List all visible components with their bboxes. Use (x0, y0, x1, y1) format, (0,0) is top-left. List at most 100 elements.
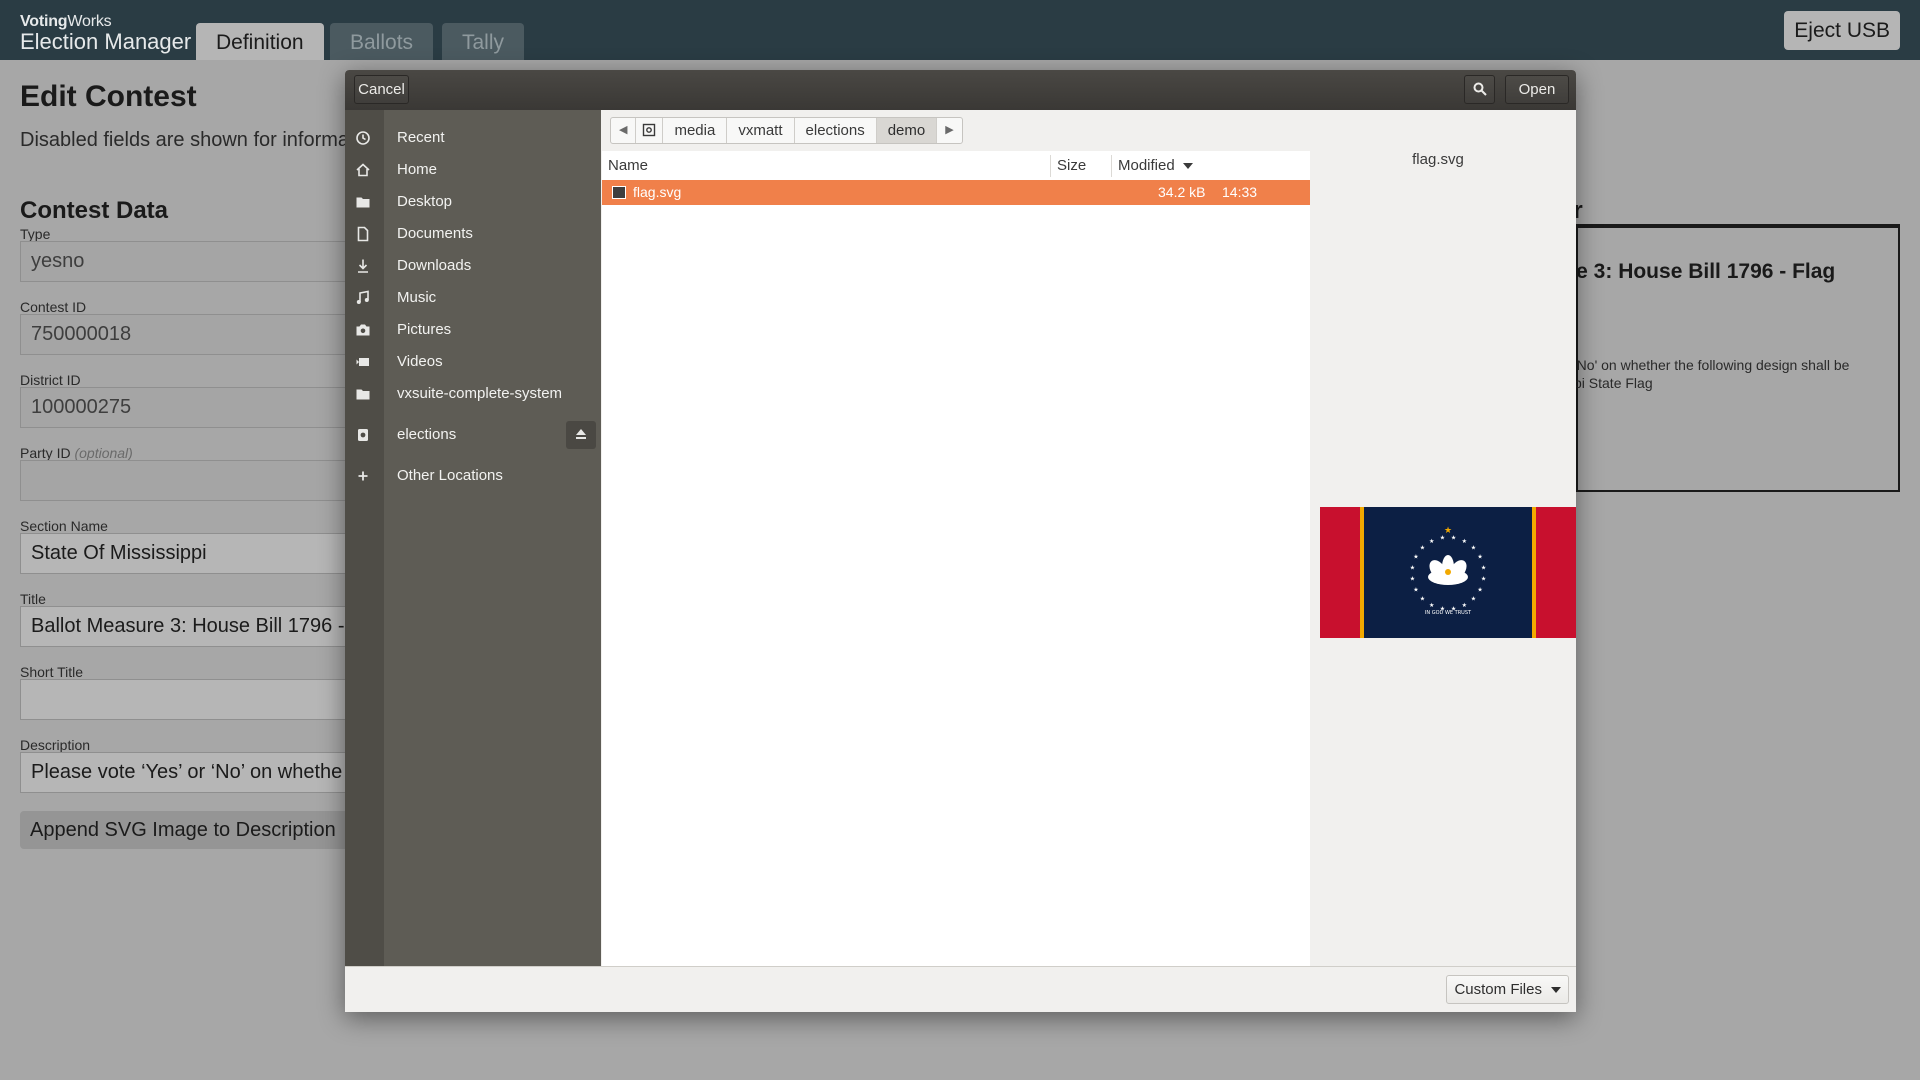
clock-icon (354, 129, 372, 147)
drive-root-icon (643, 123, 656, 137)
flag-star: ★ (1420, 545, 1425, 552)
top-navigation-bar: VotingWorks Election Manager Definition … (0, 0, 1920, 60)
document-icon (354, 225, 372, 243)
file-row-flag-svg[interactable]: flag.svg 34.2 kB 14:33 (602, 180, 1310, 205)
path-segment-elections[interactable]: elections (795, 118, 877, 143)
open-button[interactable]: Open (1505, 75, 1569, 104)
flag-star: ★ (1462, 538, 1467, 545)
sidebar-item-home[interactable]: Home (345, 155, 601, 185)
search-icon (1473, 82, 1487, 96)
page-subtitle: Disabled fields are shown for informa (20, 129, 350, 151)
column-header-name[interactable]: Name (602, 151, 1050, 180)
tab-tally[interactable]: Tally (442, 23, 525, 60)
brand-logo: VotingWorks Election Manager (20, 14, 191, 53)
section-title: Contest Data (20, 197, 169, 224)
file-filter-label: Custom Files (1454, 981, 1542, 998)
path-segment-media[interactable]: media (663, 118, 728, 143)
sidebar-item-downloads[interactable]: Downloads (345, 251, 601, 281)
title-field[interactable]: Ballot Measure 3: House Bill 1796 - (20, 606, 350, 647)
contest-id-label: Contest ID (20, 299, 87, 315)
description-field[interactable]: Please vote ‘Yes’ or ‘No’ on whethe (20, 752, 350, 793)
type-field[interactable]: yesno (20, 241, 350, 282)
tab-ballots[interactable]: Ballots (330, 23, 434, 60)
modified-header-label: Modified (1118, 157, 1175, 174)
column-header-size[interactable]: Size (1051, 151, 1111, 180)
sidebar-label-videos: Videos (397, 353, 443, 370)
sidebar-label-desktop: Desktop (397, 193, 453, 210)
type-label: Type (20, 226, 51, 242)
brand-name: Election Manager (20, 29, 192, 54)
preview-title: re 3: House Bill 1796 - Flag (1568, 260, 1836, 283)
file-preview-pane: flag.svg ★ ★ ★ ★ ★ ★ ★ ★ ★ ★ ★ ★ ★ ★ ★ ★ ★ ★ ★ ★ ★ IN GOD W… (1310, 151, 1576, 966)
sidebar-label-documents: Documents (397, 225, 473, 242)
section-name-field[interactable]: State Of Mississippi (20, 533, 350, 574)
flag-star: ★ (1429, 602, 1434, 609)
flag-star: ★ (1462, 602, 1467, 609)
sidebar-item-elections[interactable]: elections (345, 420, 601, 450)
party-id-label-text: Party ID (20, 445, 71, 461)
sidebar-item-videos[interactable]: Videos (345, 347, 601, 377)
district-id-field[interactable]: 100000275 (20, 387, 350, 428)
search-button[interactable] (1464, 75, 1495, 104)
sidebar-label-pictures: Pictures (397, 321, 452, 338)
music-icon (354, 289, 372, 307)
flag-star: ★ (1471, 545, 1476, 552)
path-segment-demo[interactable]: demo (876, 118, 938, 143)
flag-star: ★ (1481, 564, 1486, 571)
eject-icon[interactable] (566, 421, 596, 449)
path-bar: ◀ media vxmatt elections demo ▶ (610, 117, 963, 144)
places-sidebar: Recent Home Desktop Documents Downloads … (345, 110, 601, 966)
title-label: Title (20, 591, 46, 607)
sidebar-label-vxsuite: vxsuite-complete-system (397, 385, 563, 402)
sidebar-label-home: Home (397, 161, 438, 178)
preview-description: 'No' on whether the following design sha… (1574, 356, 1874, 392)
path-scroll-right-button[interactable]: ▶ (937, 118, 961, 143)
sidebar-item-desktop[interactable]: Desktop (345, 187, 601, 217)
file-size: 34.2 kB (1158, 184, 1206, 200)
file-chooser-dialog: Cancel Open Recent Home Desktop Document… (345, 70, 1576, 1012)
image-file-icon (612, 186, 626, 199)
sidebar-item-other-locations[interactable]: Other Locations (345, 461, 601, 491)
party-id-field[interactable] (20, 460, 350, 501)
drive-icon (354, 426, 372, 444)
append-svg-button[interactable]: Append SVG Image to Description (20, 811, 350, 849)
download-icon (354, 257, 372, 275)
folder-icon (354, 385, 372, 403)
preview-filename: flag.svg (1412, 151, 1464, 168)
short-title-field[interactable] (20, 679, 350, 720)
camera-icon (354, 321, 372, 339)
path-segment-vxmatt[interactable]: vxmatt (727, 118, 795, 143)
flag-motto: IN GOD WE TRUST (1425, 610, 1472, 616)
path-root-button[interactable] (636, 118, 664, 143)
tab-definition[interactable]: Definition (196, 23, 324, 60)
description-label: Description (20, 737, 91, 753)
flag-star: ★ (1420, 596, 1425, 603)
sidebar-item-documents[interactable]: Documents (345, 219, 601, 249)
column-header-modified[interactable]: Modified (1112, 151, 1202, 180)
file-filter-dropdown[interactable]: Custom Files (1446, 975, 1569, 1004)
sidebar-item-vxsuite[interactable]: vxsuite-complete-system (345, 379, 601, 409)
mississippi-flag-image: ★ ★★★★★★★★★★★★★★★★★★ ★ ★ IN GOD WE TRUST (1320, 507, 1576, 638)
contest-id-field[interactable]: 750000018 (20, 314, 350, 355)
cancel-button[interactable]: Cancel (354, 75, 409, 104)
video-icon (354, 353, 372, 371)
preview-desc-line1: 'No' on whether the following design sha… (1574, 357, 1850, 373)
brand-voting: Voting (20, 13, 68, 30)
sidebar-label-recent: Recent (397, 129, 445, 146)
flag-star: ★ (1413, 554, 1418, 561)
sort-descending-icon (1182, 163, 1193, 170)
dialog-footer: Custom Files (345, 966, 1576, 1012)
section-name-label: Section Name (20, 518, 108, 534)
sidebar-item-music[interactable]: Music (345, 283, 601, 313)
party-id-label: Party ID (optional) (20, 445, 133, 461)
file-list: Name Size Modified flag.svg 34.2 kB 14:3… (602, 151, 1310, 966)
plus-icon (354, 467, 372, 485)
eject-usb-button[interactable]: Eject USB (1784, 11, 1900, 50)
home-icon (354, 161, 372, 179)
sidebar-item-recent[interactable]: Recent (345, 123, 601, 153)
file-modified: 14:33 (1222, 184, 1258, 200)
flag-star: ★ (1471, 596, 1476, 603)
path-scroll-left-button[interactable]: ◀ (611, 118, 637, 143)
sidebar-label-elections: elections (397, 426, 457, 443)
sidebar-item-pictures[interactable]: Pictures (345, 315, 601, 345)
